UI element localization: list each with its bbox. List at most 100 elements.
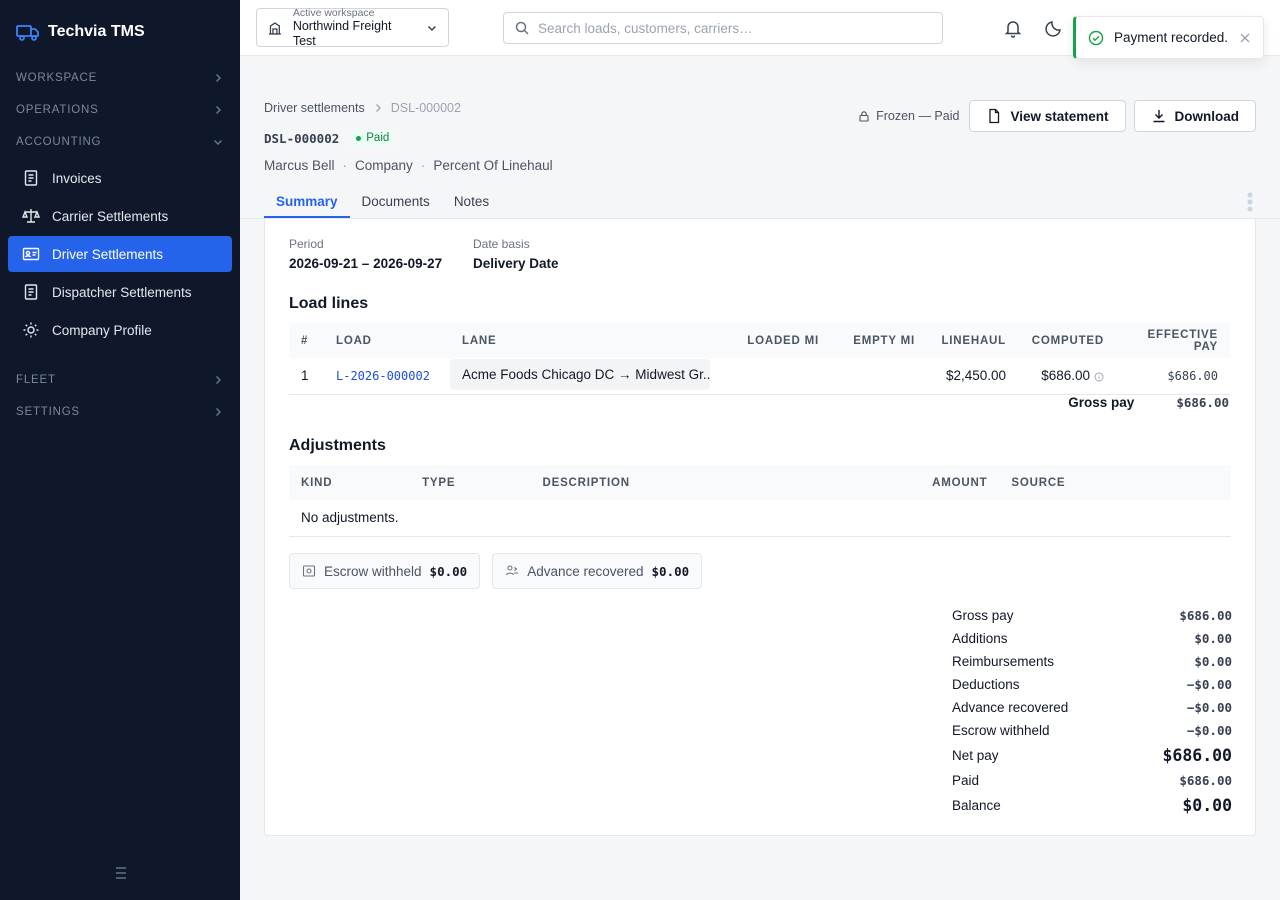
totals-label: Deductions: [952, 677, 1020, 692]
section-operations[interactable]: OPERATIONS: [0, 94, 240, 126]
column-header: SOURCE: [1011, 476, 1066, 489]
period-label: Period: [289, 237, 324, 251]
breadcrumb-parent[interactable]: Driver settlements: [264, 101, 365, 115]
load-lines-heading: Load lines: [289, 295, 369, 312]
gross-pay-row: Gross pay $686.00: [289, 395, 1229, 410]
totals-value: $686.00: [1179, 608, 1232, 623]
computed-value: $686.00: [1041, 368, 1090, 384]
receipt-icon: [24, 170, 38, 186]
workspace-label: Active workspace: [292, 6, 375, 19]
totals-row: Additions $0.00: [952, 627, 1232, 650]
column-header: COMPUTED: [1031, 334, 1104, 347]
pay-basis: Percent Of Linehaul: [433, 158, 553, 173]
tab-summary[interactable]: Summary: [264, 188, 350, 218]
adjustments-table: KIND TYPE DESCRIPTION AMOUNT SOURCE No a…: [289, 465, 1231, 537]
escrow-chip: Escrow withheld $0.00: [289, 553, 481, 589]
lane-cell: Acme Foods Chicago DC → Midwest Gr...: [450, 358, 734, 395]
section-accounting[interactable]: ACCOUNTING: [0, 126, 240, 158]
driver-type: Company: [355, 158, 413, 173]
totals-label: Additions: [952, 631, 1008, 646]
truck-icon: [16, 25, 39, 41]
empty-mi-cell: [831, 358, 927, 395]
separator: ·: [420, 158, 426, 173]
withholding-chips: Escrow withheld $0.00 Advance recovered …: [289, 553, 703, 589]
info-icon[interactable]: [1094, 372, 1104, 382]
section-label: SETTINGS: [16, 406, 80, 418]
totals-row: Advance recovered −$0.00: [952, 696, 1232, 719]
chevron-right-icon: [215, 105, 222, 115]
collapse-sidebar-icon[interactable]: [112, 864, 130, 882]
sidebar-item-dispatcher-settlements[interactable]: Dispatcher Settlements: [8, 274, 232, 310]
load-cell: L-2026-000002: [324, 358, 450, 395]
totals-value: $686.00: [1179, 773, 1232, 788]
effective-pay-value: $686.00: [1167, 369, 1218, 384]
download-icon: [1153, 110, 1164, 123]
settlement-meta: Marcus Bell · Company · Percent Of Lineh…: [264, 158, 553, 173]
moon-icon[interactable]: [1044, 18, 1064, 38]
bell-icon[interactable]: [1003, 18, 1023, 38]
header-actions: Frozen — Paid View statement Download: [858, 100, 1256, 132]
date-basis-field: Date basis Delivery Date: [473, 237, 559, 271]
sidebar-item-invoices[interactable]: Invoices: [8, 160, 232, 196]
toast-message: Payment recorded.: [1114, 30, 1229, 45]
sidebar-item-driver-settlements[interactable]: Driver Settlements: [8, 236, 232, 272]
totals-value: $0.00: [1194, 654, 1232, 669]
sidebar-item-carrier-settlements[interactable]: Carrier Settlements: [8, 198, 232, 234]
brand[interactable]: Techvia TMS: [0, 0, 240, 64]
gross-pay-label: Gross pay: [1068, 395, 1135, 410]
frozen-indicator: Frozen — Paid: [858, 109, 959, 123]
sidebar-item-label: Invoices: [52, 170, 102, 186]
column-header: EFFECTIVE PAY: [1147, 328, 1218, 353]
download-button[interactable]: Download: [1133, 100, 1256, 132]
sidebar-item-company-profile[interactable]: Company Profile: [8, 312, 232, 348]
column-header: LOAD: [336, 334, 372, 347]
totals-row: Reimbursements $0.00: [952, 650, 1232, 673]
frozen-label: Frozen — Paid: [876, 109, 960, 123]
tab-notes[interactable]: Notes: [442, 188, 501, 218]
sidebar-item-label: Company Profile: [52, 322, 152, 338]
chevron-right-icon: [215, 407, 222, 417]
id-card-icon: [22, 247, 40, 261]
more-vertical-icon[interactable]: [1244, 190, 1256, 214]
column-header: DESCRIPTION: [542, 476, 630, 489]
gross-pay-value: $686.00: [1176, 395, 1229, 410]
totals-panel: Gross pay $686.00 Additions $0.00 Reimburs…: [952, 604, 1232, 819]
building-icon: [268, 21, 281, 35]
workspace-switcher[interactable]: Active workspace Northwind Freight Test: [256, 6, 449, 48]
close-icon[interactable]: [1239, 32, 1251, 44]
tab-documents[interactable]: Documents: [350, 188, 442, 218]
document-icon: [989, 108, 1000, 124]
search-input[interactable]: [538, 20, 918, 36]
loaded-mi-cell: [734, 358, 831, 395]
section-label: FLEET: [16, 374, 56, 386]
chip-value: $0.00: [651, 563, 690, 579]
brand-name: Techvia TMS: [48, 23, 145, 40]
safe-icon: [302, 565, 316, 577]
search-box: [503, 12, 943, 44]
section-fleet[interactable]: FLEET: [0, 364, 240, 396]
view-statement-button[interactable]: View statement: [969, 100, 1126, 132]
section-label: WORKSPACE: [16, 72, 98, 84]
date-basis-value: Delivery Date: [473, 256, 559, 271]
receipt-icon: [24, 284, 38, 300]
tab-bar: Summary Documents Notes: [264, 188, 501, 218]
table-row: No adjustments.: [289, 500, 1231, 537]
chevron-down-icon: [428, 25, 437, 31]
check-circle-icon: [1088, 30, 1104, 45]
lane-pill: Acme Foods Chicago DC → Midwest Gr...: [450, 358, 710, 390]
adjustments-heading: Adjustments: [289, 437, 386, 454]
totals-label: Balance: [952, 798, 1001, 813]
sidebar-item-label: Driver Settlements: [52, 246, 164, 262]
status-dot: [356, 135, 362, 141]
breadcrumb: Driver settlements DSL-000002: [264, 101, 461, 115]
load-link[interactable]: L-2026-000002: [336, 369, 430, 383]
section-settings[interactable]: SETTINGS: [0, 396, 240, 428]
date-basis-label: Date basis: [473, 237, 530, 251]
period-field: Period 2026-09-21 – 2026-09-27: [289, 237, 442, 271]
section-workspace[interactable]: WORKSPACE: [0, 62, 240, 94]
column-header: LINEHAUL: [941, 334, 1006, 347]
net-pay-row: Net pay $686.00: [952, 742, 1232, 769]
load-lines-table: # LOAD LANE LOADED MI EMPTY MI LINEHAUL …: [289, 323, 1230, 395]
breadcrumb-current: DSL-000002: [390, 101, 461, 115]
empty-state: No adjustments.: [289, 500, 1231, 537]
